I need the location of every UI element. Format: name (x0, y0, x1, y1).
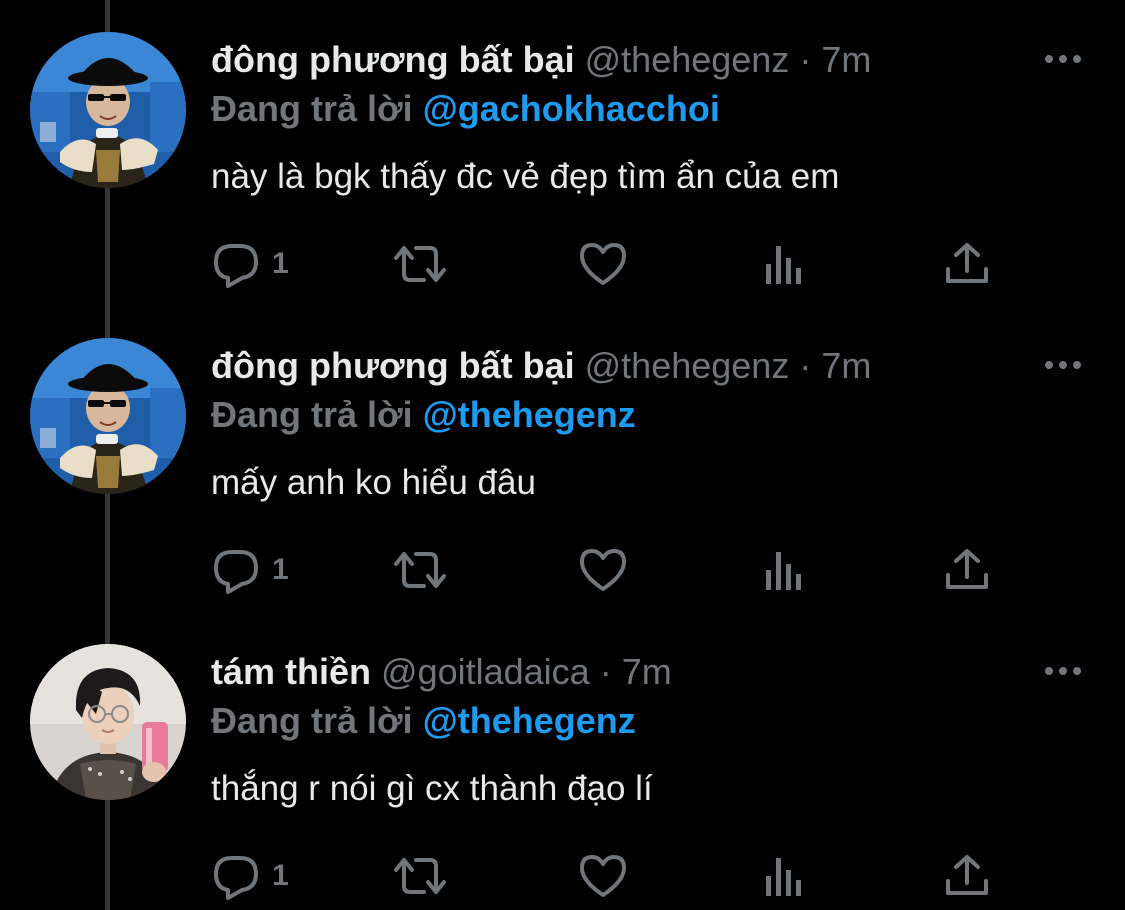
avatar-performer-icon (30, 32, 186, 188)
views-icon (766, 858, 801, 896)
retweet-button[interactable] (392, 544, 448, 596)
action-bar: 1 (212, 850, 1002, 902)
avatar[interactable] (30, 338, 186, 494)
reply-icon (214, 856, 258, 900)
separator-dot: · (799, 345, 812, 386)
share-icon (946, 243, 988, 283)
retweet-button[interactable] (392, 850, 448, 902)
reply-button[interactable]: 1 (212, 544, 289, 596)
action-bar: 1 (212, 238, 1002, 290)
like-button[interactable] (578, 238, 628, 290)
reply-tweet[interactable]: tám thiền @goitladaica · 7m Đang trả lời… (0, 612, 1125, 910)
like-button[interactable] (578, 544, 628, 596)
avatar-selfie-icon (30, 644, 186, 800)
reply-icon (214, 550, 258, 594)
share-icon (946, 855, 988, 895)
retweet-icon (394, 858, 446, 894)
reply-count: 1 (272, 553, 289, 586)
user-handle[interactable]: @goitladaica (381, 651, 590, 692)
tweet-text: mấy anh ko hiểu đâu (211, 463, 536, 502)
display-name[interactable]: tám thiền (211, 651, 371, 692)
tweet-text: này là bgk thấy đc vẻ đẹp tìm ẩn của em (211, 157, 840, 196)
reply-tweet[interactable]: đông phương bất bại @thehegenz · 7m Đang… (0, 306, 1125, 612)
separator-dot: · (799, 39, 812, 80)
avatar[interactable] (30, 644, 186, 800)
user-handle[interactable]: @thehegenz (585, 345, 790, 386)
tweet-text: thắng r nói gì cx thành đạo lí (211, 769, 653, 808)
replying-to: Đang trả lời @thehegenz (211, 393, 636, 437)
tweet-header: đông phương bất bại @thehegenz · 7m (211, 344, 871, 388)
replying-label: Đang trả lời (211, 700, 413, 741)
display-name[interactable]: đông phương bất bại (211, 345, 575, 386)
display-name[interactable]: đông phương bất bại (211, 39, 575, 80)
retweet-button[interactable] (392, 238, 448, 290)
retweet-icon (394, 246, 446, 282)
replying-to: Đang trả lời @gachokhacchoi (211, 87, 720, 131)
views-button[interactable] (764, 850, 806, 902)
avatar-performer-icon (30, 338, 186, 494)
reply-tweet[interactable]: đông phương bất bại @thehegenz · 7m Đang… (0, 0, 1125, 306)
timestamp[interactable]: 7m (821, 345, 871, 386)
timestamp[interactable]: 7m (821, 39, 871, 80)
like-icon (580, 855, 626, 897)
reply-count: 1 (272, 247, 289, 280)
views-icon (766, 246, 801, 284)
views-button[interactable] (764, 544, 806, 596)
share-icon (946, 549, 988, 589)
reply-icon (214, 244, 258, 288)
replying-to: Đang trả lời @thehegenz (211, 699, 636, 743)
more-options-icon[interactable] (1043, 656, 1083, 686)
retweet-icon (394, 552, 446, 588)
replying-label: Đang trả lời (211, 394, 413, 435)
like-icon (580, 549, 626, 591)
share-button[interactable] (944, 544, 990, 596)
reply-button[interactable]: 1 (212, 238, 289, 290)
like-icon (580, 243, 626, 285)
timestamp[interactable]: 7m (622, 651, 672, 692)
avatar[interactable] (30, 32, 186, 188)
mention-link[interactable]: @gachokhacchoi (423, 88, 720, 129)
share-button[interactable] (944, 238, 990, 290)
share-button[interactable] (944, 850, 990, 902)
mention-link[interactable]: @thehegenz (423, 700, 636, 741)
more-options-icon[interactable] (1043, 350, 1083, 380)
reply-count: 1 (272, 859, 289, 892)
separator-dot: · (599, 651, 612, 692)
views-icon (766, 552, 801, 590)
action-bar: 1 (212, 544, 1002, 596)
reply-button[interactable]: 1 (212, 850, 289, 902)
user-handle[interactable]: @thehegenz (585, 39, 790, 80)
tweet-header: đông phương bất bại @thehegenz · 7m (211, 38, 871, 82)
tweet-header: tám thiền @goitladaica · 7m (211, 650, 672, 694)
like-button[interactable] (578, 850, 628, 902)
replying-label: Đang trả lời (211, 88, 413, 129)
views-button[interactable] (764, 238, 806, 290)
more-options-icon[interactable] (1043, 44, 1083, 74)
mention-link[interactable]: @thehegenz (423, 394, 636, 435)
